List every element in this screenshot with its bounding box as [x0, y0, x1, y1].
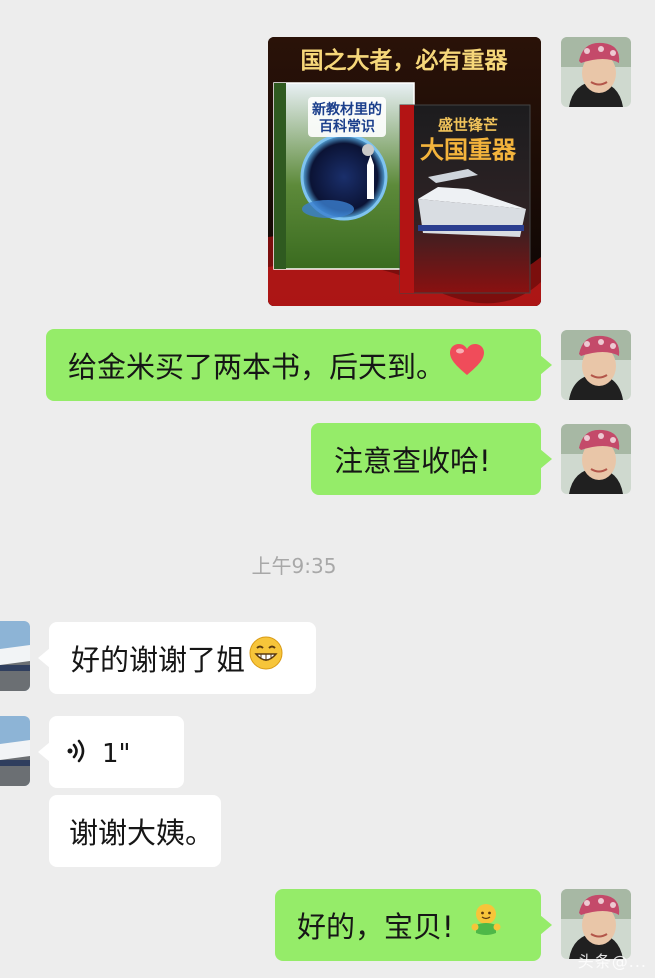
hug-emoji-icon	[468, 891, 504, 963]
voice-duration: 1"	[102, 739, 131, 769]
book-cover-image: 国之大者，必有重器 新教材里的 百科常识 盛世锋芒 大国重器	[268, 37, 541, 306]
book1-title-line1: 新教材里的	[312, 101, 382, 118]
avatar-self[interactable]	[561, 37, 631, 107]
voice-icon	[66, 718, 88, 790]
message-bubble-outgoing[interactable]: 给金米买了两本书，后天到。	[46, 329, 552, 403]
message-text: 注意查收哈!	[334, 444, 491, 478]
message-timestamp: 上午9:35	[251, 554, 337, 578]
watermark: 头条@...	[577, 952, 647, 971]
avatar-self[interactable]	[561, 330, 631, 400]
message-bubble-incoming[interactable]: 谢谢大姨。	[49, 795, 221, 867]
avatar-contact[interactable]	[0, 621, 30, 691]
grin-emoji-icon	[249, 624, 283, 696]
message-bubble-outgoing[interactable]: 好的，宝贝!	[275, 889, 552, 963]
avatar-self[interactable]	[561, 424, 631, 494]
message-bubble-outgoing[interactable]: 注意查收哈!	[311, 423, 552, 495]
message-text: 谢谢大姨。	[69, 816, 215, 850]
book2-title-line1: 盛世锋芒	[438, 116, 498, 134]
message-text: 好的谢谢了姐	[71, 643, 246, 677]
image-banner-text: 国之大者，必有重器	[301, 47, 509, 74]
image-message[interactable]: 国之大者，必有重器 新教材里的 百科常识 盛世锋芒 大国重器	[268, 37, 541, 306]
avatar-contact[interactable]	[0, 716, 30, 786]
message-bubble-incoming[interactable]: 好的谢谢了姐	[38, 622, 316, 696]
book1-title-line2: 百科常识	[319, 118, 375, 135]
message-text: 好的，宝贝!	[297, 910, 454, 944]
book2-title-line2: 大国重器	[420, 136, 517, 164]
voice-message-bubble[interactable]: 1"	[38, 716, 184, 790]
heart-emoji-icon	[449, 331, 485, 403]
message-text: 给金米买了两本书，后天到。	[68, 350, 446, 384]
